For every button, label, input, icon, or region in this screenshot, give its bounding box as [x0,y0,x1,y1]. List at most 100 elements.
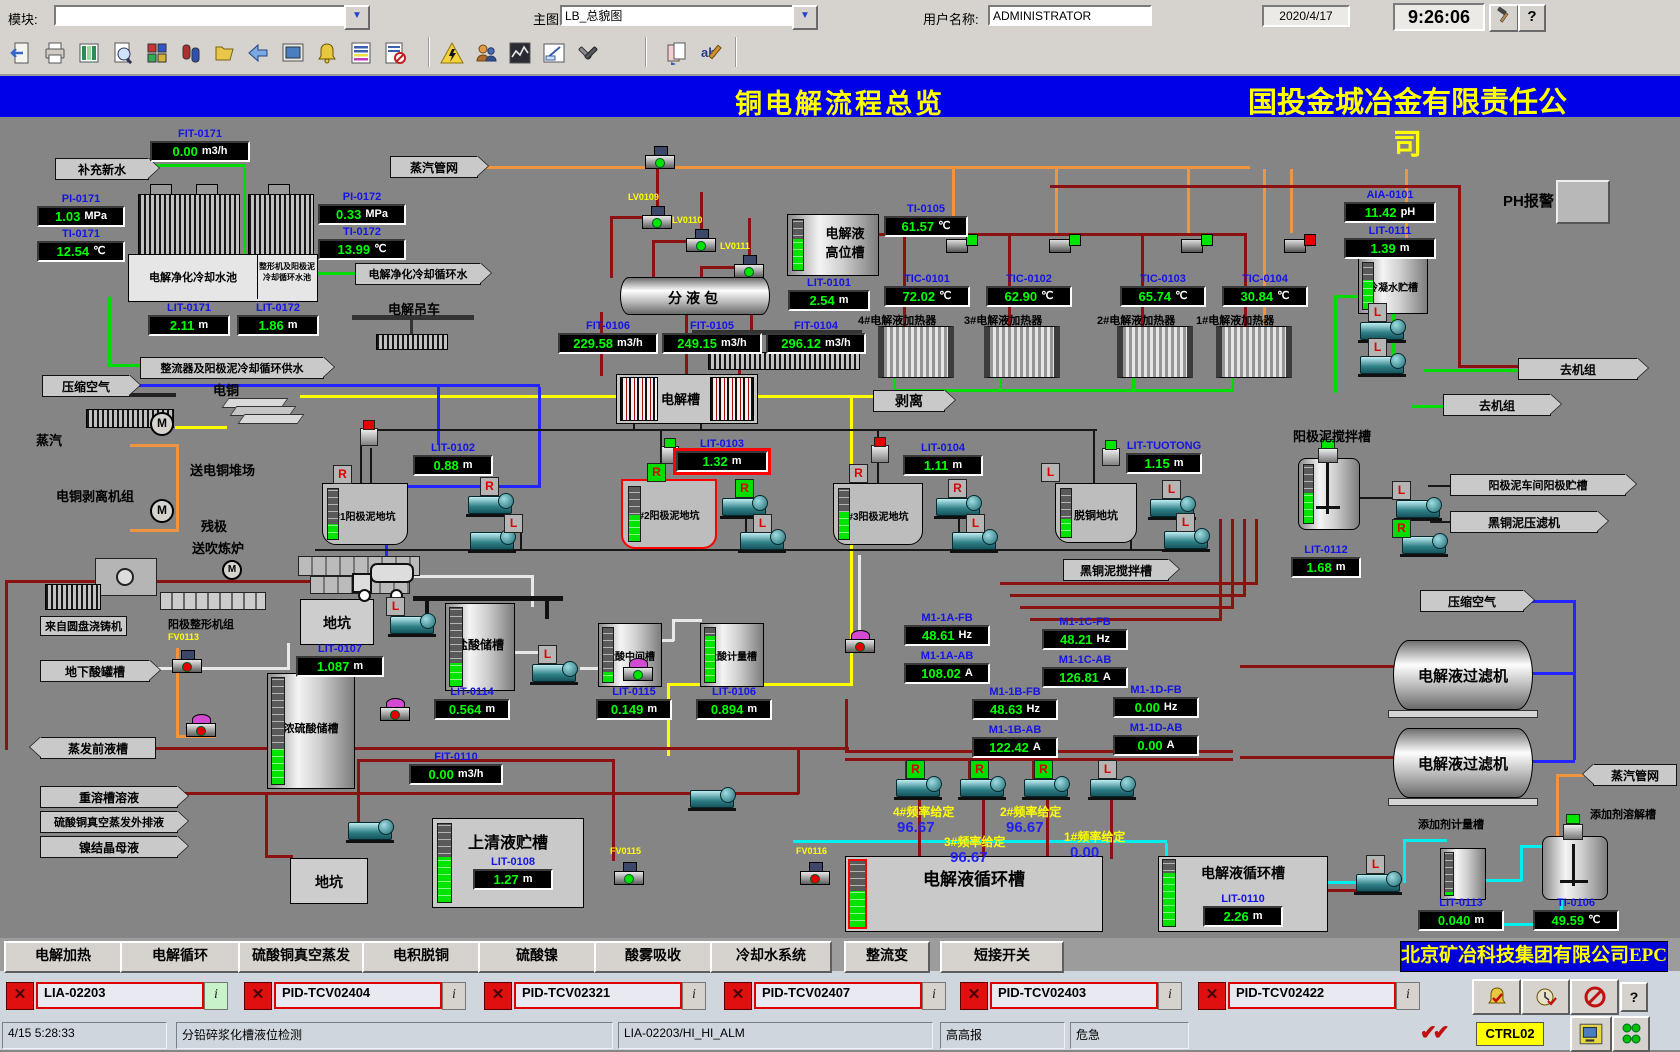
pump-icon[interactable] [1360,356,1404,374]
columns-icon[interactable] [74,36,104,70]
tab-cooling-water[interactable]: 冷却水系统 [710,941,832,973]
meter-fit0171: FIT-01710.00m3/h [150,128,250,162]
tab-rectifier-transformer[interactable]: 整流变 [844,941,930,973]
pump-icon[interactable] [532,664,576,682]
pump-icon[interactable] [390,616,434,634]
valve-lv0111[interactable] [734,255,764,277]
control-valve-icon[interactable] [380,698,410,720]
main-view-input[interactable] [560,5,794,26]
pump-icon[interactable] [960,779,1004,797]
electrode-stack [620,377,658,421]
alarm-tag-field[interactable]: PID-TCV02422 [1228,982,1396,1009]
alarm-tag-field[interactable]: LIA-02203 [36,982,204,1009]
alarm-info-button[interactable]: i [682,982,706,1010]
alarm-bell-icon[interactable] [312,36,342,70]
trend-icon[interactable] [505,36,535,70]
module-input[interactable] [54,5,346,26]
help-button[interactable]: ? [1518,4,1546,32]
pump-icon[interactable] [1090,779,1134,797]
alarm-cancel-icon[interactable]: ✕ [1198,982,1226,1010]
pump-icon[interactable] [1024,779,1068,797]
pump-icon[interactable] [1356,874,1400,892]
pump-icon[interactable] [952,532,996,550]
steam-valve-icon[interactable] [1181,232,1213,252]
pump-icon[interactable] [740,532,784,550]
users-icon[interactable] [471,36,501,70]
pump-icon[interactable] [348,822,392,840]
control-valve-icon[interactable] [186,714,216,736]
blocks-icon[interactable] [142,36,172,70]
tab-electrolysis-heating[interactable]: 电解加热 [4,941,122,973]
alarm-tag-field[interactable]: PID-TCV02403 [990,982,1158,1009]
tab-acid-mist[interactable]: 酸雾吸收 [594,941,712,973]
alarm-info-button[interactable]: i [442,982,466,1010]
control-valve-icon[interactable] [845,630,875,652]
alarm-data-icon[interactable] [437,36,467,70]
data-cylinders-icon[interactable] [176,36,206,70]
alarm-disable-icon[interactable] [1570,979,1619,1015]
alarm-cancel-icon[interactable]: ✕ [484,982,512,1010]
screen-icon[interactable] [278,36,308,70]
tab-nickel-sulfate[interactable]: 硫酸镍 [478,941,596,973]
tab-short-circuit-switch[interactable]: 短接开关 [940,941,1064,973]
heater-2 [1117,326,1193,378]
page-switch-icon[interactable] [662,36,692,70]
alarm-info-button[interactable]: i [1158,982,1182,1010]
pump-icon[interactable] [690,790,734,808]
pump-icon[interactable] [470,532,514,550]
main-view-dropdown-icon[interactable]: ▼ [792,5,818,30]
pump-icon[interactable] [1396,500,1440,518]
alarm-tag-field[interactable]: PID-TCV02321 [514,982,682,1009]
network-status-icon[interactable] [1612,1016,1650,1052]
valve-fv0113[interactable] [172,650,202,672]
valve-lv0110[interactable] [686,229,716,251]
pump-icon[interactable] [896,779,940,797]
motor-icon: M [150,499,174,523]
alarm-cancel-icon[interactable]: ✕ [724,982,752,1010]
tab-electrowin-decopper[interactable]: 电积脱铜 [362,941,480,973]
pipe-segment [130,529,178,532]
alarm-ack-icon[interactable] [1472,979,1521,1015]
pipe-segment [685,351,688,376]
alarm-cancel-icon[interactable]: ✕ [960,982,988,1010]
pump-icon[interactable] [1402,536,1446,554]
alarm-history-icon[interactable] [1521,979,1570,1015]
report-block-icon[interactable] [380,36,410,70]
font-edit-icon[interactable]: ab [696,36,726,70]
alarm-tag-field[interactable]: PID-TCV02407 [754,982,922,1009]
valve-lv0109[interactable] [642,206,672,228]
steam-valve-icon[interactable] [1049,232,1081,252]
alarm-tag-field[interactable]: PID-TCV02404 [274,982,442,1009]
print-icon[interactable] [40,36,70,70]
open-folder-icon[interactable] [210,36,240,70]
back-arrow-icon[interactable] [244,36,274,70]
report-icon[interactable] [346,36,376,70]
module-dropdown-icon[interactable]: ▼ [344,5,370,30]
valve-fv0116[interactable] [800,862,830,884]
steam-valve-icon[interactable] [1284,232,1316,252]
tab-electrolysis-circulation[interactable]: 电解循环 [120,941,240,973]
tools-icon[interactable] [573,36,603,70]
station-id: CTRL02 [1476,1022,1544,1046]
alarm-info-button[interactable]: i [1396,982,1420,1010]
user-input[interactable] [988,5,1152,26]
alarm-info-button[interactable]: i [204,982,228,1010]
valve-fv0115[interactable] [614,862,644,884]
pump-icon[interactable] [1164,531,1208,549]
meter-lit0111: LIT-01111.39m [1344,225,1436,259]
head-tank-label: 电解液高位槽 [824,223,866,261]
valve-icon[interactable] [645,146,675,168]
alarm-cancel-icon[interactable]: ✕ [6,982,34,1010]
preview-icon[interactable] [108,36,138,70]
hammer-icon[interactable] [1489,4,1519,32]
alarm-help-button[interactable]: ? [1620,982,1648,1012]
workstation-icon[interactable] [1570,1016,1612,1052]
ack-checks-icon[interactable]: ✔✔ [1420,1020,1472,1048]
tab-cuso4-vacuum-evap[interactable]: 硫酸铜真空蒸发 [238,941,364,973]
alarm-cancel-icon[interactable]: ✕ [244,982,272,1010]
exit-icon[interactable] [6,36,36,70]
alarm-info-button[interactable]: i [922,982,946,1010]
pump-icon[interactable] [468,496,512,514]
chart-icon[interactable] [539,36,569,70]
control-valve-icon[interactable] [623,658,653,680]
